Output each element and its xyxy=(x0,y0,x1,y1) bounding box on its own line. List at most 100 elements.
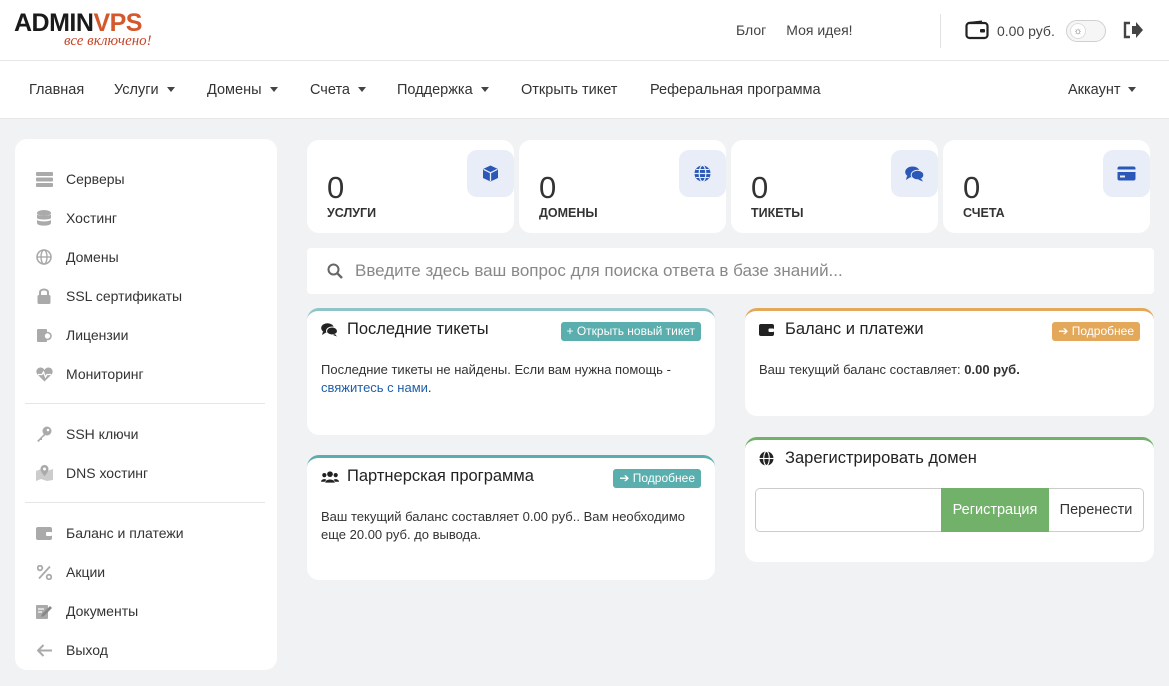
nav-open-ticket[interactable]: Открыть тикет xyxy=(521,82,617,98)
nav-account[interactable]: Аккаунт xyxy=(1068,82,1137,98)
register-domain-button[interactable]: Регистрация xyxy=(941,488,1049,532)
domain-input[interactable] xyxy=(755,488,942,532)
sidebar-item-label: Серверы xyxy=(66,171,125,187)
sidebar-item-label: SSL сертификаты xyxy=(66,288,183,304)
sidebar-item-servers[interactable]: Серверы xyxy=(35,167,125,191)
knowledgebase-search xyxy=(307,248,1154,294)
blog-link[interactable]: Блог xyxy=(736,22,766,38)
top-links: Блог Моя идея! xyxy=(736,22,873,38)
divider xyxy=(25,502,265,503)
lock-icon xyxy=(35,287,53,305)
chevron-down-icon xyxy=(269,86,278,92)
logo-tagline: все включено! xyxy=(64,33,152,49)
sidebar-item-hosting[interactable]: Хостинг xyxy=(35,206,117,230)
sidebar-item-monitoring[interactable]: Мониторинг xyxy=(35,362,144,386)
divider xyxy=(940,14,941,48)
stat-card-tickets[interactable]: 0 ТИКЕТЫ xyxy=(731,140,938,233)
nav-home[interactable]: Главная xyxy=(29,82,84,98)
stat-value: 0 xyxy=(751,170,769,205)
sidebar-item-label: SSH ключи xyxy=(66,426,139,442)
stat-label: УСЛУГИ xyxy=(327,206,377,220)
stat-value: 0 xyxy=(327,170,345,205)
register-domain-panel: Зарегистрировать домен Регистрация Перен… xyxy=(745,437,1154,562)
nav-domains[interactable]: Домены xyxy=(207,82,278,98)
partner-message: Ваш текущий баланс составляет 0.00 руб..… xyxy=(321,509,685,542)
chevron-down-icon xyxy=(358,86,366,92)
balance-panel: Баланс и платежи ➔ Подробнее Ваш текущий… xyxy=(745,308,1154,416)
stat-label: ТИКЕТЫ xyxy=(751,206,804,220)
idea-link[interactable]: Моя идея! xyxy=(786,22,852,38)
sidebar-item-label: Баланс и платежи xyxy=(66,525,184,541)
stat-label: ДОМЕНЫ xyxy=(539,206,598,220)
percent-icon xyxy=(35,563,53,581)
sidebar-item-promotions[interactable]: Акции xyxy=(35,560,105,584)
logo[interactable]: ADMINVPS все включено! xyxy=(14,10,184,52)
stat-value: 0 xyxy=(539,170,557,205)
sidebar-item-label: Выход xyxy=(66,642,108,658)
header-balance: 0.00 руб. xyxy=(997,23,1055,39)
wallet-icon xyxy=(759,322,777,338)
main-nav: Главная Услуги Домены Счета Поддержка От… xyxy=(0,61,1169,119)
sidebar-item-domains[interactable]: Домены xyxy=(35,245,119,269)
license-icon xyxy=(35,326,53,344)
nav-referral[interactable]: Реферальная программа xyxy=(650,82,821,98)
tickets-message: Последние тикеты не найдены. Если вам ну… xyxy=(321,362,671,395)
balance-message: Ваш текущий баланс составляет: 0.00 руб. xyxy=(759,362,1020,377)
contact-us-link[interactable]: свяжитесь с нами xyxy=(321,380,428,395)
sidebar-item-billing[interactable]: Баланс и платежи xyxy=(35,521,184,545)
credit-card-icon xyxy=(1103,150,1150,197)
globe-icon xyxy=(759,451,777,467)
partner-details-button[interactable]: ➔ Подробнее xyxy=(613,469,701,488)
panel-title: Партнерская программа xyxy=(321,467,534,486)
partner-program-panel: Партнерская программа ➔ Подробнее Ваш те… xyxy=(307,455,715,580)
map-marker-icon xyxy=(35,464,53,482)
globe-icon xyxy=(35,248,53,266)
sidebar-item-label: Акции xyxy=(66,564,106,580)
sun-icon: ☼ xyxy=(1070,23,1086,39)
nav-services[interactable]: Услуги xyxy=(114,82,175,98)
sidebar-item-ssl[interactable]: SSL сертификаты xyxy=(35,284,182,308)
theme-toggle[interactable]: ☼ xyxy=(1066,20,1106,42)
open-new-ticket-button[interactable]: + Открыть новый тикет xyxy=(560,322,701,341)
chevron-down-icon xyxy=(1128,86,1137,92)
sidebar-item-label: DNS хостинг xyxy=(66,465,149,481)
search-input[interactable] xyxy=(355,256,1135,286)
stat-label: СЧЕТА xyxy=(963,206,1005,220)
divider xyxy=(25,403,265,404)
nav-support[interactable]: Поддержка xyxy=(397,82,489,98)
balance-amount: 0.00 руб. xyxy=(964,362,1020,377)
sidebar: Серверы Хостинг Домены SSL сертификаты Л… xyxy=(15,139,277,670)
panel-title: Зарегистрировать домен xyxy=(759,449,977,468)
globe-icon xyxy=(679,150,726,197)
stat-value: 0 xyxy=(963,170,981,205)
search-icon xyxy=(327,263,343,279)
sidebar-item-documents[interactable]: Документы xyxy=(35,599,138,623)
key-icon xyxy=(35,425,53,443)
sidebar-item-dns[interactable]: DNS хостинг xyxy=(35,461,148,485)
wallet-icon[interactable] xyxy=(965,20,989,40)
arrow-left-icon xyxy=(35,641,53,659)
stat-card-invoices[interactable]: 0 СЧЕТА xyxy=(943,140,1150,233)
sidebar-item-label: Лицензии xyxy=(66,327,129,343)
sidebar-item-label: Документы xyxy=(66,603,139,619)
balance-details-button[interactable]: ➔ Подробнее xyxy=(1052,322,1140,341)
sidebar-item-label: Домены xyxy=(66,249,119,265)
users-icon xyxy=(321,469,339,485)
sidebar-item-label: Хостинг xyxy=(66,210,118,226)
sidebar-item-licenses[interactable]: Лицензии xyxy=(35,323,128,347)
comments-icon xyxy=(891,150,938,197)
panel-title: Баланс и платежи xyxy=(759,320,924,339)
transfer-domain-button[interactable]: Перенести xyxy=(1049,488,1144,532)
panel-title: Последние тикеты xyxy=(321,320,489,339)
logout-icon[interactable] xyxy=(1122,20,1144,40)
stat-card-services[interactable]: 0 УСЛУГИ xyxy=(307,140,514,233)
document-edit-icon xyxy=(35,602,53,620)
sidebar-item-logout[interactable]: Выход xyxy=(35,638,108,662)
comments-icon xyxy=(321,322,339,338)
heart-pulse-icon xyxy=(35,365,53,383)
server-icon xyxy=(35,170,53,188)
database-icon xyxy=(35,209,53,227)
sidebar-item-ssh-keys[interactable]: SSH ключи xyxy=(35,422,138,446)
nav-invoices[interactable]: Счета xyxy=(310,82,366,98)
stat-card-domains[interactable]: 0 ДОМЕНЫ xyxy=(519,140,726,233)
